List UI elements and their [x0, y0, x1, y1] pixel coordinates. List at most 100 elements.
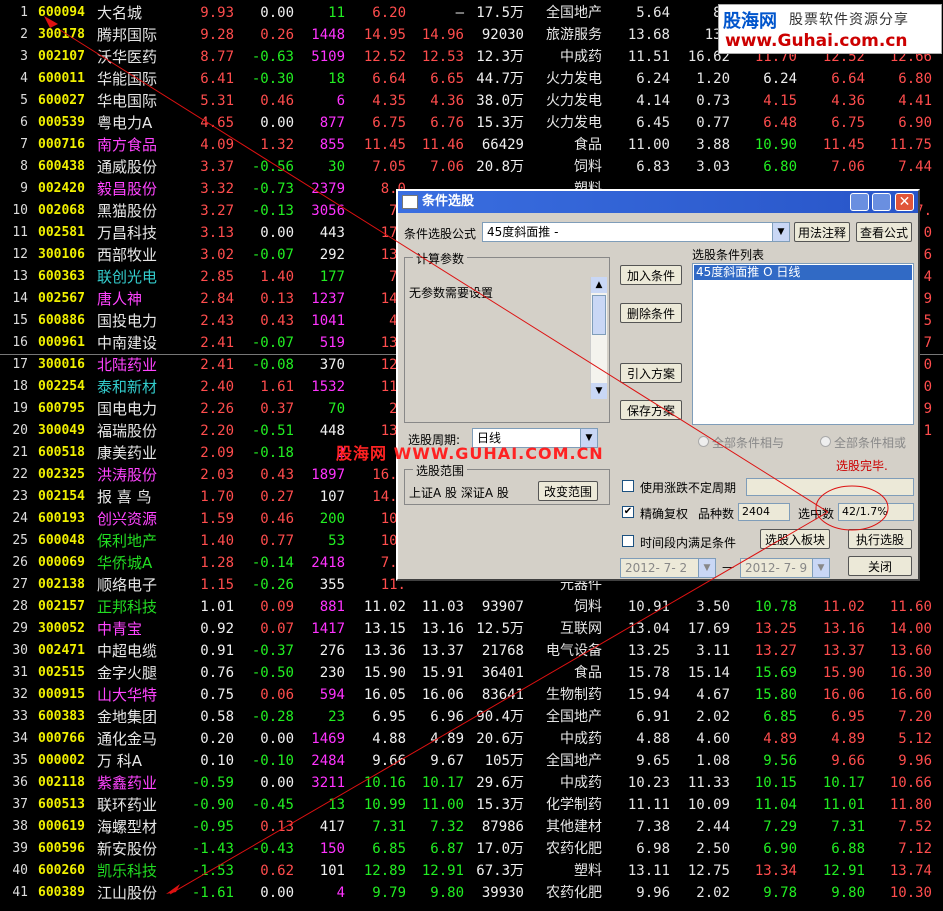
condition-list-item[interactable]: 45度斜面推 O 日线	[694, 265, 912, 280]
table-row[interactable]: 6 000539 粤电力A 4.65 0.00 877 6.75 6.76 15.3万 火力发电 6…	[0, 112, 943, 134]
dialog-titlebar[interactable]: 条件选股 ✕	[398, 191, 918, 213]
table-row[interactable]: 28 002157 正邦科技 1.01 0.09 881 11.02 11.03 93907 饲料…	[0, 596, 943, 618]
period-satisfy-checkbox[interactable]	[622, 535, 634, 547]
cell-a2: 2.02	[696, 885, 730, 901]
cell-chg: 1.32	[260, 137, 294, 153]
cell-num: 9	[20, 181, 28, 196]
cell-pct: 6.41	[200, 71, 234, 87]
cell-amt: 92030	[481, 27, 524, 43]
close-button[interactable]: 关闭	[848, 556, 912, 576]
cell-chg: -0.45	[251, 797, 294, 813]
cell-chg: -0.10	[251, 753, 294, 769]
table-row[interactable]: 38 000619 海螺型材 -0.95 0.13 417 7.31 7.32 87986 其他建…	[0, 816, 943, 838]
radio-and[interactable]	[698, 436, 709, 447]
change-scope-button[interactable]: 改变范围	[538, 481, 598, 501]
import-plan-button[interactable]: 引入方案	[620, 363, 682, 383]
cell-chg: 0.43	[260, 467, 294, 483]
cell-a4: 9.80	[831, 885, 865, 901]
table-row[interactable]: 31 002515 金字火腿 0.76 -0.50 230 15.90 15.91 36401 食…	[0, 662, 943, 684]
cell-ind: 农药化肥	[546, 841, 602, 857]
cell-a3: 13.25	[754, 621, 797, 637]
usage-button[interactable]: 用法注释	[794, 222, 850, 242]
table-row[interactable]: 36 002118 紫鑫药业 -0.59 0.00 3211 10.16 10.17 29.6万…	[0, 772, 943, 794]
view-formula-button[interactable]: 查看公式	[856, 222, 912, 242]
cell-px2: 6.87	[430, 841, 464, 857]
cell-a3: 4.89	[763, 731, 797, 747]
date-from-select[interactable]: 2012- 7- 2 ▼	[620, 558, 716, 578]
table-row[interactable]: 40 600260 凯乐科技 -1.53 0.62 101 12.89 12.91 67.3万 塑…	[0, 860, 943, 882]
scroll-up-icon[interactable]: ▲	[591, 277, 607, 293]
cell-px2: 6.65	[430, 71, 464, 87]
formula-select[interactable]: 45度斜面推 - ▼	[482, 222, 790, 242]
cell-name: 粤电力A	[97, 114, 153, 132]
cell-a4: 11.01	[822, 797, 865, 813]
table-row[interactable]: 37 600513 联环药业 -0.90 -0.45 13 10.99 11.00 15.3万 化…	[0, 794, 943, 816]
radio-or[interactable]	[820, 436, 831, 447]
chevron-down-icon[interactable]: ▼	[772, 223, 789, 241]
table-row[interactable]: 34 000766 通化金马 0.20 0.00 1469 4.88 4.89 20.6万 中成药…	[0, 728, 943, 750]
chevron-down-icon[interactable]: ▼	[698, 559, 715, 577]
table-row[interactable]: 32 000915 山大华特 0.75 0.06 594 16.05 16.06 83641 生物…	[0, 684, 943, 706]
scroll-thumb[interactable]	[592, 295, 606, 335]
cell-code: 600011	[38, 71, 85, 86]
cell-a2: 3.88	[696, 137, 730, 153]
cell-a3: 13.34	[754, 863, 797, 879]
table-row[interactable]: 35 000002 万 科A 0.10 -0.10 2484 9.66 9.67 105万 全国地…	[0, 750, 943, 772]
date-from-value: 2012- 7- 2	[625, 561, 688, 575]
cell-amt: 36401	[481, 665, 524, 681]
cell-name: 国投电力	[97, 312, 158, 330]
count-label: 品种数	[698, 507, 735, 521]
cell-pct: 2.40	[200, 379, 234, 395]
table-row[interactable]: 4 600011 华能国际 6.41 -0.30 18 6.64 6.65 44.7万 火力发电 6…	[0, 68, 943, 90]
exact-adjust-checkbox[interactable]: ✔	[622, 506, 634, 518]
cell-chg: 0.46	[260, 511, 294, 527]
cell-amt: 15.3万	[476, 797, 524, 813]
cell-vol: 3211	[311, 775, 345, 791]
cell-ind: 互联网	[560, 621, 602, 637]
progress-bar	[746, 478, 914, 496]
cell-pct: 2.85	[200, 269, 234, 285]
cell-a1: 15.94	[627, 687, 670, 703]
cell-a1: 5.64	[636, 5, 670, 21]
cell-px2: 4.36	[430, 93, 464, 109]
table-row[interactable]: 7 000716 南方食品 4.09 1.32 855 11.45 11.46 66429 食品 1…	[0, 134, 943, 156]
table-row[interactable]: 30 002471 中超电缆 0.91 -0.37 276 13.36 13.37 21768 电…	[0, 640, 943, 662]
cell-px2: 6.76	[430, 115, 464, 131]
cell-a2: 4.60	[696, 731, 730, 747]
cell-num: 41	[12, 885, 28, 900]
close-icon[interactable]: ✕	[895, 193, 914, 211]
add-condition-button[interactable]: 加入条件	[620, 265, 682, 285]
uncertain-period-checkbox[interactable]	[622, 480, 634, 492]
table-row[interactable]: 8 600438 通威股份 3.37 -0.56 30 7.05 7.06 20.8万 饲料 6.8…	[0, 156, 943, 178]
cell-chg: 1.61	[260, 379, 294, 395]
cell-a4: 12.91	[822, 863, 865, 879]
condition-list[interactable]: 45度斜面推 O 日线	[692, 263, 914, 425]
cell-num: 8	[20, 159, 28, 174]
cell-code: 600363	[38, 269, 85, 284]
save-plan-button[interactable]: 保存方案	[620, 400, 682, 420]
scroll-down-icon[interactable]: ▼	[591, 383, 607, 399]
table-row[interactable]: 39 600596 新安股份 -1.43 -0.43 150 6.85 6.87 17.0万 农药…	[0, 838, 943, 860]
cell-code: 000069	[38, 555, 85, 570]
cell-pct: 2.41	[200, 335, 234, 351]
table-row[interactable]: 29 300052 中青宝 0.92 0.07 1417 13.15 13.16 12.5万 互联…	[0, 618, 943, 640]
chevron-down-icon[interactable]: ▼	[812, 559, 829, 577]
cell-px2: –	[455, 5, 464, 21]
cell-a2: 3.11	[696, 643, 730, 659]
cell-a1: 11.00	[627, 137, 670, 153]
cell-pct: 9.28	[200, 27, 234, 43]
cell-a5: 10.30	[889, 885, 932, 901]
table-row[interactable]: 41 600389 江山股份 -1.61 0.00 4 9.79 9.80 39930 农药化肥 9…	[0, 882, 943, 904]
cell-num: 39	[12, 841, 28, 856]
add-to-block-button[interactable]: 选股入板块	[760, 529, 830, 549]
cell-px2: 16.06	[421, 687, 464, 703]
cell-code: 000961	[38, 335, 85, 350]
table-row[interactable]: 33 600383 金地集团 0.58 -0.28 23 6.95 6.96 90.4万 全国地产…	[0, 706, 943, 728]
cell-name: 联创光电	[97, 268, 158, 286]
date-to-select[interactable]: 2012- 7- 9 ▼	[740, 558, 830, 578]
cell-code: 300016	[38, 357, 85, 372]
table-row[interactable]: 5 600027 华电国际 5.31 0.46 6 4.35 4.36 38.0万 火力发电 4.1…	[0, 90, 943, 112]
delete-condition-button[interactable]: 删除条件	[620, 303, 682, 323]
run-selection-button[interactable]: 执行选股	[848, 529, 912, 549]
params-scrollbar[interactable]: ▲ ▼	[590, 277, 607, 399]
